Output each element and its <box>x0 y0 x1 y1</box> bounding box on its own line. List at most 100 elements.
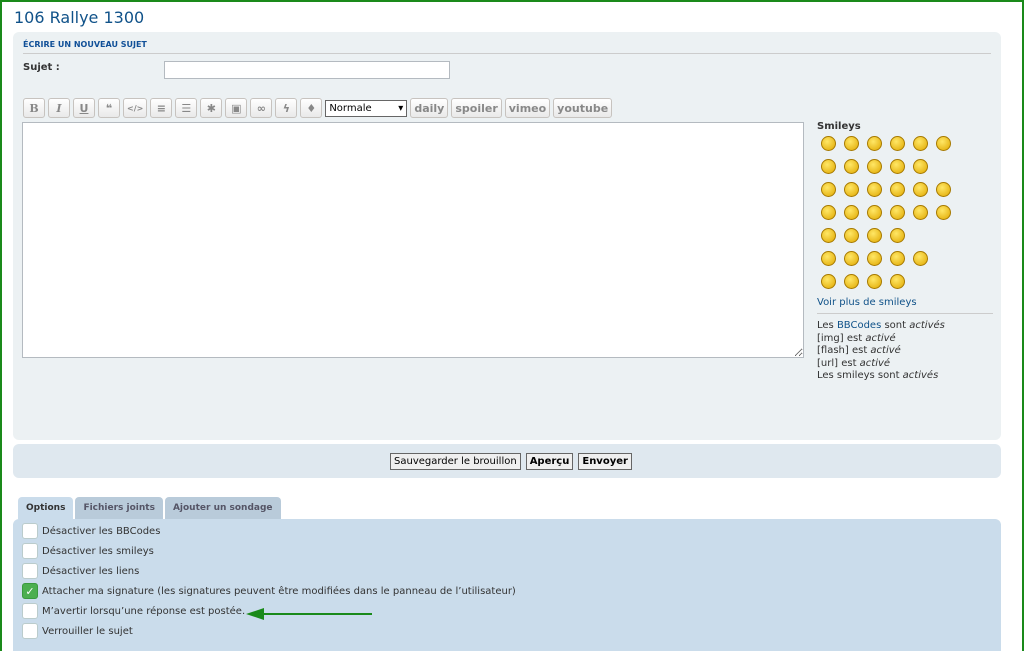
smiley-icon[interactable] <box>844 251 859 266</box>
smiley-icon[interactable] <box>867 251 882 266</box>
smiley-row <box>817 159 993 174</box>
font-size-value: Normale <box>329 102 372 114</box>
save-draft-button[interactable]: Sauvegarder le brouillon <box>390 453 521 470</box>
bbcodes-link[interactable]: BBCodes <box>837 320 881 331</box>
smiley-grid <box>817 136 993 289</box>
vimeo-button[interactable]: vimeo <box>504 98 551 118</box>
smiley-icon[interactable] <box>821 182 836 197</box>
actions-panel: Sauvegarder le brouillon Aperçu Envoyer <box>13 444 1001 478</box>
smiley-icon[interactable] <box>936 182 951 197</box>
youtube-button[interactable]: youtube <box>553 98 613 118</box>
smiley-icon[interactable] <box>890 159 905 174</box>
smiley-icon[interactable] <box>890 205 905 220</box>
smiley-icon[interactable] <box>821 205 836 220</box>
smiley-icon[interactable] <box>913 251 928 266</box>
option-checkbox[interactable]: ✓ <box>22 583 38 599</box>
smiley-icon[interactable] <box>844 274 859 289</box>
option-row[interactable]: Verrouiller le sujet <box>22 623 133 639</box>
smiley-icon[interactable] <box>844 159 859 174</box>
quote-button[interactable]: ❝ <box>98 98 120 118</box>
smiley-icon[interactable] <box>936 136 951 151</box>
info-state: activés <box>902 370 939 381</box>
smiley-icon[interactable] <box>844 136 859 151</box>
smiley-icon[interactable] <box>913 182 928 197</box>
info-text: [img] est <box>817 332 866 344</box>
smiley-icon[interactable] <box>821 228 836 243</box>
bbcode-toolbar: B I U ❝ </> ≡ ☰ ✱ ▣ ∞ ϟ ♦ Normale ▾ daily… <box>23 98 613 118</box>
daily-button[interactable]: daily <box>410 98 449 118</box>
smiley-icon[interactable] <box>821 159 836 174</box>
post-form-panel: ÉCRIRE UN NOUVEAU SUJET Sujet : B I U ❝ … <box>13 32 1001 440</box>
option-row[interactable]: Désactiver les BBCodes <box>22 523 160 539</box>
smiley-row <box>817 182 993 197</box>
underline-button[interactable]: U <box>73 98 95 118</box>
option-checkbox[interactable] <box>22 603 38 619</box>
image-button[interactable]: ▣ <box>225 98 248 118</box>
smiley-icon[interactable] <box>890 182 905 197</box>
smiley-icon[interactable] <box>844 182 859 197</box>
link-button[interactable]: ∞ <box>250 98 273 118</box>
font-size-select[interactable]: Normale ▾ <box>325 99 408 117</box>
tab-poll[interactable]: Ajouter un sondage <box>164 497 281 519</box>
divider <box>23 53 991 54</box>
smiley-icon[interactable] <box>890 251 905 266</box>
option-checkbox[interactable] <box>22 623 38 639</box>
smiley-icon[interactable] <box>844 205 859 220</box>
smiley-icon[interactable] <box>867 205 882 220</box>
info-text: Les smileys sont <box>817 370 903 381</box>
info-text: Les <box>817 320 837 331</box>
tab-attachments[interactable]: Fichiers joints <box>75 497 163 519</box>
options-panel: Désactiver les BBCodes Désactiver les smi… <box>13 519 1001 651</box>
option-row[interactable]: ✓ Attacher ma signature (les signatures p… <box>22 583 516 599</box>
smiley-icon[interactable] <box>890 274 905 289</box>
option-checkbox[interactable] <box>22 563 38 579</box>
bold-button[interactable]: B <box>23 98 45 118</box>
list-item-button[interactable]: ✱ <box>200 98 223 118</box>
info-state: activés <box>909 320 945 331</box>
italic-button[interactable]: I <box>48 98 70 118</box>
more-smileys-link[interactable]: Voir plus de smileys <box>817 297 993 314</box>
chevron-down-icon: ▾ <box>398 102 404 114</box>
smiley-icon[interactable] <box>913 205 928 220</box>
smiley-icon[interactable] <box>890 136 905 151</box>
smiley-icon[interactable] <box>913 136 928 151</box>
smiley-icon[interactable] <box>867 159 882 174</box>
ordered-list-button[interactable]: ☰ <box>175 98 198 118</box>
smiley-row <box>817 205 993 220</box>
smiley-icon[interactable] <box>913 159 928 174</box>
bbcode-info: Les BBCodes sont activés [img] est activ… <box>817 320 993 383</box>
smiley-icon[interactable] <box>844 228 859 243</box>
option-row[interactable]: M’avertir lorsqu’une réponse est postée. <box>22 603 245 619</box>
tab-options[interactable]: Options <box>18 497 74 519</box>
smiley-icon[interactable] <box>867 228 882 243</box>
message-textarea[interactable] <box>22 122 804 358</box>
smiley-icon[interactable] <box>821 136 836 151</box>
annotation-arrow-icon <box>246 608 372 620</box>
tabs: Options Fichiers joints Ajouter un sonda… <box>18 497 281 519</box>
spoiler-button[interactable]: spoiler <box>451 98 502 118</box>
smiley-row <box>817 274 993 289</box>
submit-button[interactable]: Envoyer <box>578 453 632 470</box>
smiley-icon[interactable] <box>867 182 882 197</box>
smiley-icon[interactable] <box>821 274 836 289</box>
smiley-row <box>817 228 993 243</box>
smiley-row <box>817 251 993 266</box>
option-checkbox[interactable] <box>22 543 38 559</box>
smiley-icon[interactable] <box>936 205 951 220</box>
smiley-icon[interactable] <box>821 251 836 266</box>
option-row[interactable]: Désactiver les smileys <box>22 543 154 559</box>
option-row[interactable]: Désactiver les liens <box>22 563 139 579</box>
smiley-icon[interactable] <box>867 136 882 151</box>
code-button[interactable]: </> <box>123 98 148 118</box>
option-label: Attacher ma signature (les signatures pe… <box>42 585 516 597</box>
preview-button[interactable]: Aperçu <box>525 453 574 470</box>
page-title: 106 Rallye 1300 <box>14 8 145 27</box>
form-header: ÉCRIRE UN NOUVEAU SUJET <box>23 40 147 49</box>
list-button[interactable]: ≡ <box>150 98 173 118</box>
smiley-icon[interactable] <box>867 274 882 289</box>
subject-input[interactable] <box>164 61 450 79</box>
flash-button[interactable]: ϟ <box>275 98 298 118</box>
color-button[interactable]: ♦ <box>300 98 323 118</box>
option-checkbox[interactable] <box>22 523 38 539</box>
smiley-icon[interactable] <box>890 228 905 243</box>
